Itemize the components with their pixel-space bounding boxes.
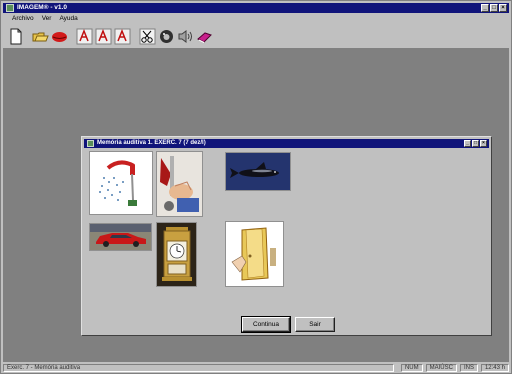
status-num: NUM bbox=[400, 364, 423, 372]
exercise-titlebar[interactable]: Memória auditiva 1. EXERC. 7 (7 dez/l) _… bbox=[84, 139, 489, 148]
open-folder-icon[interactable] bbox=[32, 28, 49, 45]
audio-icon[interactable] bbox=[177, 28, 194, 45]
maximize-button[interactable]: □ bbox=[490, 4, 498, 12]
window-icon bbox=[87, 140, 94, 147]
exit-button[interactable]: Sair bbox=[295, 317, 335, 332]
hand-on-lever-image[interactable] bbox=[156, 151, 203, 217]
main-window: IMAGEM® - v1.0 _ □ × Archivo Ver Ayuda M… bbox=[0, 0, 512, 374]
minimize-button[interactable]: _ bbox=[481, 4, 489, 12]
menu-item-ayuda[interactable]: Ayuda bbox=[59, 14, 77, 24]
menu-bar: Archivo Ver Ayuda bbox=[3, 14, 509, 24]
continue-button[interactable]: Continua bbox=[241, 316, 291, 333]
shower-image[interactable] bbox=[89, 151, 153, 215]
main-titlebar[interactable]: IMAGEM® - v1.0 _ □ × bbox=[3, 3, 509, 13]
status-bar: Exerc. 7 - Memória auditiva NUM MAIÚSC I… bbox=[3, 363, 509, 373]
clock-image[interactable] bbox=[156, 222, 197, 287]
spelling-a-icon[interactable] bbox=[114, 28, 131, 45]
exercise-title: Memória auditiva 1. EXERC. 7 (7 dez/l) bbox=[97, 140, 206, 146]
pig-icon[interactable] bbox=[158, 28, 175, 45]
close-button[interactable]: × bbox=[499, 4, 507, 12]
toolbar bbox=[7, 27, 215, 45]
door-image[interactable] bbox=[225, 221, 284, 287]
menu-item-ver[interactable]: Ver bbox=[42, 14, 52, 24]
app-icon bbox=[6, 4, 14, 12]
app-title: IMAGEM® - v1.0 bbox=[17, 4, 67, 11]
status-text: Exerc. 7 - Memória auditiva bbox=[3, 364, 394, 372]
spelling-a-icon[interactable] bbox=[95, 28, 112, 45]
child-close-button[interactable]: × bbox=[480, 140, 487, 147]
new-file-icon[interactable] bbox=[7, 28, 24, 45]
status-caps: MAIÚSC bbox=[425, 364, 457, 372]
book-icon[interactable] bbox=[196, 28, 213, 45]
status-clock: 12:43 h bbox=[480, 364, 509, 372]
child-minimize-button[interactable]: _ bbox=[464, 140, 471, 147]
red-car-image[interactable] bbox=[89, 223, 152, 251]
child-maximize-button[interactable]: □ bbox=[472, 140, 479, 147]
fish-image[interactable] bbox=[225, 152, 291, 191]
menu-item-archivo[interactable]: Archivo bbox=[12, 14, 34, 24]
spelling-a-icon[interactable] bbox=[76, 28, 93, 45]
exercise-window: Memória auditiva 1. EXERC. 7 (7 dez/l) _… bbox=[81, 136, 492, 336]
status-ins: INS bbox=[459, 364, 478, 372]
lips-icon[interactable] bbox=[51, 28, 68, 45]
scissors-icon[interactable] bbox=[139, 28, 156, 45]
